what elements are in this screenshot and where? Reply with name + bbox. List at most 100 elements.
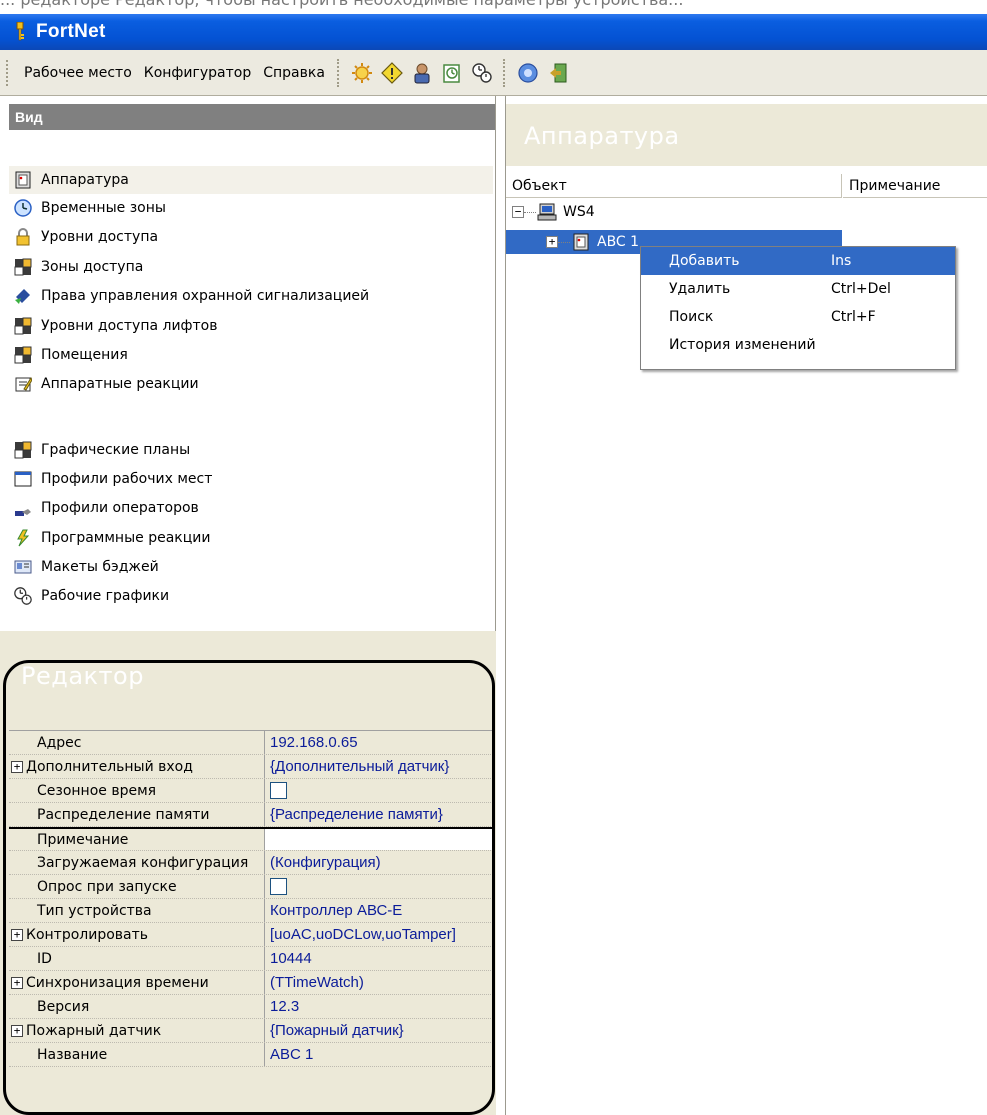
prop-name-cell: + Синхронизация времени: [9, 971, 265, 994]
column-header-object[interactable]: Объект: [506, 174, 842, 198]
context-menu-shortcut: Ctrl+F: [831, 309, 876, 325]
view-panel-header: Вид: [9, 104, 495, 130]
nav-item-alarm-rights[interactable]: Права управления охранной сигнализацией: [9, 282, 493, 310]
prop-value[interactable]: ABC 1: [265, 1043, 495, 1066]
nav-item-label: Уровни доступа: [41, 229, 159, 245]
column-header-note[interactable]: Примечание: [843, 174, 987, 198]
prop-name: Тип устройства: [9, 899, 265, 922]
seasonal-time-checkbox[interactable]: [270, 782, 287, 799]
help-icon: [518, 62, 538, 83]
nav-item-work-schedules[interactable]: Рабочие графики: [9, 582, 493, 610]
nav-item-badge-layouts[interactable]: Макеты бэджей: [9, 553, 493, 581]
prop-row-time-sync[interactable]: + Синхронизация времени (TTimeWatch): [9, 971, 495, 995]
nav-item-hardware[interactable]: Аппаратура: [9, 166, 493, 194]
prop-value[interactable]: 10444: [265, 947, 495, 970]
expand-plus-icon[interactable]: +: [11, 976, 23, 989]
nav-item-access-zones[interactable]: Зоны доступа: [9, 253, 493, 281]
prop-name: Синхронизация времени: [26, 974, 209, 991]
prop-name: Адрес: [9, 731, 265, 754]
menu-workplace[interactable]: Рабочее место: [18, 65, 138, 81]
prop-row-id[interactable]: ID 10444: [9, 947, 495, 971]
prop-name: ID: [9, 947, 265, 970]
nav-item-rooms[interactable]: Помещения: [9, 341, 493, 369]
context-menu-search[interactable]: Поиск Ctrl+F: [641, 303, 955, 331]
nav-item-hardware-reactions[interactable]: Аппаратные реакции: [9, 370, 493, 398]
toolbar-button-exit[interactable]: [543, 58, 573, 88]
expand-plus-icon[interactable]: +: [11, 1024, 23, 1037]
toolbar-button-help[interactable]: [513, 58, 543, 88]
app-key-icon: [10, 22, 30, 42]
context-menu-delete[interactable]: Удалить Ctrl+Del: [641, 275, 955, 303]
prop-value[interactable]: 12.3: [265, 995, 495, 1018]
prop-value[interactable]: 192.168.0.65: [265, 731, 495, 754]
nav-item-label: Рабочие графики: [41, 588, 170, 604]
zones-icon: [13, 257, 33, 277]
toolbar-button-schedule[interactable]: [467, 58, 497, 88]
nav-item-label: Графические планы: [41, 442, 191, 458]
nav-item-time-zones[interactable]: Временные зоны: [9, 194, 493, 222]
prop-value[interactable]: Контроллер АВС-Е: [265, 899, 495, 922]
context-menu-label: Поиск: [669, 309, 714, 325]
context-menu-add[interactable]: Добавить Ins: [641, 247, 955, 275]
clock-doc-icon: [443, 63, 460, 83]
prop-name: Сезонное время: [9, 779, 265, 802]
context-menu-label: История изменений: [669, 337, 816, 353]
toolbar-button-warning[interactable]: [377, 58, 407, 88]
prop-row-monitor[interactable]: + Контролировать [uoAC,uoDCLow,uoTamper]: [9, 923, 495, 947]
prop-value[interactable]: {Распределение памяти}: [265, 803, 495, 826]
zones-icon: [13, 316, 33, 336]
expand-plus-icon[interactable]: +: [546, 236, 558, 248]
prop-name: Загружаемая конфигурация: [9, 851, 265, 874]
exit-door-icon: [549, 63, 567, 82]
prop-name: Опрос при запуске: [9, 875, 265, 898]
nav-item-label: Зоны доступа: [41, 259, 144, 275]
prop-row-poll-on-start[interactable]: Опрос при запуске: [9, 875, 495, 899]
hardware-icon: [13, 170, 33, 190]
prop-value[interactable]: {Дополнительный датчик}: [265, 755, 495, 778]
prop-row-extra-input[interactable]: + Дополнительный вход {Дополнительный да…: [9, 755, 495, 779]
prop-value[interactable]: {Пожарный датчик}: [265, 1019, 495, 1042]
caption-text: ... редакторе Редактор, чтобы настроить …: [0, 0, 683, 9]
nav-item-program-reactions[interactable]: Программные реакции: [9, 524, 493, 552]
nav-item-label: Профили рабочих мест: [41, 471, 213, 487]
prop-row-fire-sensor[interactable]: + Пожарный датчик {Пожарный датчик}: [9, 1019, 495, 1043]
collapse-minus-icon[interactable]: −: [512, 206, 524, 218]
nav-item-graphic-plans[interactable]: Графические планы: [9, 436, 493, 464]
prop-row-note[interactable]: Примечание: [9, 827, 495, 851]
prop-row-device-type[interactable]: Тип устройства Контроллер АВС-Е: [9, 899, 495, 923]
prop-name: Распределение памяти: [9, 803, 265, 826]
prop-name-cell: + Пожарный датчик: [9, 1019, 265, 1042]
prop-row-seasonal-time[interactable]: Сезонное время: [9, 779, 495, 803]
prop-value[interactable]: (Конфигурация): [265, 851, 495, 874]
prop-value-note[interactable]: [265, 829, 495, 850]
menu-help[interactable]: Справка: [257, 65, 331, 81]
prop-row-memory-distribution[interactable]: Распределение памяти {Распределение памя…: [9, 803, 495, 827]
toolbar-separator: [336, 58, 341, 87]
nav-item-label: Помещения: [41, 347, 128, 363]
tree-node-ws4[interactable]: − WS4: [506, 200, 595, 224]
nav-item-workplace-profiles[interactable]: Профили рабочих мест: [9, 465, 493, 493]
toolbar-grip[interactable]: [6, 59, 10, 86]
context-menu-history[interactable]: История изменений: [641, 331, 955, 359]
prop-row-version[interactable]: Версия 12.3: [9, 995, 495, 1019]
expand-plus-icon[interactable]: +: [11, 760, 23, 773]
toolbar-button-clockdoc[interactable]: [437, 58, 467, 88]
hardware-icon: [570, 233, 592, 251]
nav-item-operator-profiles[interactable]: Профили операторов: [9, 494, 493, 522]
menu-configurator[interactable]: Конфигуратор: [138, 65, 257, 81]
prop-value[interactable]: (TTimeWatch): [265, 971, 495, 994]
prop-row-loaded-config[interactable]: Загружаемая конфигурация (Конфигурация): [9, 851, 495, 875]
expand-plus-icon[interactable]: +: [11, 928, 23, 941]
nav-item-elevator-access[interactable]: Уровни доступа лифтов: [9, 312, 493, 340]
toolbar-button-person[interactable]: [407, 58, 437, 88]
prop-row-address[interactable]: Адрес 192.168.0.65: [9, 731, 495, 755]
prop-value[interactable]: [uoAC,uoDCLow,uoTamper]: [265, 923, 495, 946]
property-grid: Адрес 192.168.0.65 + Дополнительный вход…: [9, 730, 495, 1067]
poll-on-start-checkbox[interactable]: [270, 878, 287, 895]
nav-item-label: Программные реакции: [41, 530, 211, 546]
nav-item-label: Уровни доступа лифтов: [41, 318, 218, 334]
prop-name: Примечание: [9, 829, 265, 850]
prop-row-name[interactable]: Название ABC 1: [9, 1043, 495, 1067]
nav-item-access-levels[interactable]: Уровни доступа: [9, 223, 493, 251]
toolbar-button-sun[interactable]: [347, 58, 377, 88]
